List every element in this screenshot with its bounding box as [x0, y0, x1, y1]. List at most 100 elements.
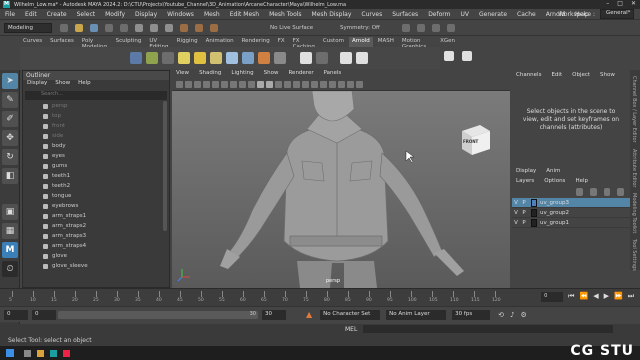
maximize-icon[interactable]: □ [617, 0, 623, 7]
shelf-tab-motion-graphics[interactable]: Motion Graphics [399, 37, 435, 50]
new-layer-selected-icon[interactable] [617, 188, 624, 196]
save-scene-icon[interactable] [90, 23, 98, 32]
grid-icon[interactable] [203, 81, 210, 88]
render-settings-icon[interactable] [432, 23, 440, 32]
layer-menu-options[interactable]: Options [544, 178, 565, 184]
move-layer-up-icon[interactable] [576, 188, 583, 196]
antialiasing-icon[interactable] [320, 81, 327, 88]
move-layer-down-icon[interactable] [589, 188, 597, 196]
layer-menu-help[interactable]: Help [575, 178, 588, 184]
volume-icon[interactable] [274, 52, 286, 64]
range-slider-bar[interactable]: 30 [58, 310, 258, 319]
outliner-item[interactable]: glove_sleeve [43, 261, 169, 271]
render-icon[interactable] [402, 23, 410, 32]
skydome-light-icon[interactable] [178, 52, 190, 64]
side-tab-2[interactable]: Modeling Toolkit [631, 193, 637, 233]
viewport-3d-view[interactable]: FRONT persp [172, 91, 510, 288]
textured-icon[interactable] [284, 81, 291, 88]
scale-tool-icon[interactable]: ◧ [2, 168, 18, 184]
menu-mesh[interactable]: Mesh [199, 11, 225, 18]
shelf-tab-rigging[interactable]: Rigging [174, 37, 201, 47]
taskbar-explorer-icon[interactable] [37, 349, 44, 357]
viewport-menu-panels[interactable]: Panels [324, 70, 342, 79]
side-tab-3[interactable]: Tool Settings [631, 239, 637, 271]
menu-generate[interactable]: Generate [474, 11, 512, 18]
shadows-icon[interactable] [302, 81, 309, 88]
menu-windows[interactable]: Windows [162, 11, 199, 18]
sound-icon[interactable]: ♪ [510, 311, 514, 319]
arnold-render-icon[interactable] [130, 52, 142, 64]
select-tool-icon[interactable]: ➤ [2, 73, 18, 89]
outliner-item[interactable]: teeth2 [43, 181, 169, 191]
outliner-menu-help[interactable]: Help [78, 80, 91, 90]
menu-display[interactable]: Display [130, 11, 162, 18]
go-to-start-icon[interactable]: ⏮ [568, 292, 574, 302]
photometric-light-icon[interactable] [210, 52, 222, 64]
rotate-tool-icon[interactable]: ↻ [2, 149, 18, 165]
new-scene-icon[interactable] [60, 23, 68, 32]
outliner-item[interactable]: front [43, 121, 169, 131]
menu-curves[interactable]: Curves [356, 11, 387, 18]
workspace-dropdown[interactable]: General* [600, 9, 634, 19]
outliner-item[interactable]: body [43, 141, 169, 151]
shelf-tab-custom[interactable]: Custom [320, 37, 347, 47]
channel-box-menu-show[interactable]: Show [600, 72, 615, 78]
gate-mask-icon[interactable] [230, 81, 237, 88]
menu-modify[interactable]: Modify [100, 11, 130, 18]
shelf-tab-rendering[interactable]: Rendering [239, 37, 273, 47]
maya-home-icon[interactable]: M [2, 242, 18, 258]
command-language-label[interactable]: MEL [345, 326, 357, 333]
shelf-tab-fx[interactable]: FX [275, 37, 288, 47]
layer-visibility-toggle[interactable]: V [512, 200, 520, 206]
safe-action-icon[interactable] [248, 81, 255, 88]
standin-icon[interactable] [258, 52, 270, 64]
command-input[interactable] [363, 325, 614, 333]
menu-select[interactable]: Select [72, 11, 101, 18]
layer-row[interactable]: V Puv_group3 [512, 198, 630, 208]
resolution-gate-icon[interactable] [221, 81, 228, 88]
mesh-light-icon[interactable] [194, 52, 206, 64]
film-gate-icon[interactable] [212, 81, 219, 88]
layer-playback-toggle[interactable]: P [520, 210, 528, 216]
ipr-render-icon[interactable] [417, 23, 425, 32]
physical-sky-icon[interactable] [242, 52, 254, 64]
area-light-icon[interactable] [162, 52, 174, 64]
paint-select-tool-icon[interactable]: ✐ [2, 111, 18, 127]
layer-color-swatch[interactable] [531, 198, 537, 207]
outliner-scrollbar[interactable] [163, 101, 167, 231]
outliner-item[interactable]: eyes [43, 151, 169, 161]
fps-dropdown[interactable]: 30 fps [452, 309, 491, 320]
lasso-tool-icon[interactable]: ✎ [2, 92, 18, 108]
minimize-icon[interactable]: – [606, 0, 609, 7]
outliner-item[interactable]: tongue [43, 191, 169, 201]
menu-uv[interactable]: UV [456, 11, 475, 18]
layer-visibility-toggle[interactable]: V [512, 220, 520, 226]
license-icon[interactable] [316, 52, 328, 64]
outliner-menu-show[interactable]: Show [55, 80, 70, 90]
outliner-item[interactable]: persp [43, 101, 169, 111]
current-frame-field[interactable]: 0 [541, 292, 564, 302]
shelf-tab-sculpting[interactable]: Sculpting [113, 37, 145, 47]
layer-tab-display[interactable]: Display [516, 168, 536, 174]
outliner-item[interactable]: glove [43, 251, 169, 261]
menu-mesh-display[interactable]: Mesh Display [307, 11, 357, 18]
layer-playback-toggle[interactable]: P [520, 220, 528, 226]
bookmark-icon[interactable] [185, 81, 192, 88]
shelf-tab-poly-modeling[interactable]: Poly Modeling [79, 37, 111, 50]
time-icon[interactable]: ⏲ [2, 261, 18, 277]
xray-icon[interactable] [347, 81, 354, 88]
outliner-item[interactable]: arm_straps2 [43, 221, 169, 231]
taskbar-maya-icon[interactable] [50, 349, 57, 357]
camera-attributes-icon[interactable] [176, 81, 183, 88]
end-time-field[interactable]: 30 [262, 309, 286, 320]
redo-icon[interactable] [120, 23, 128, 32]
outliner-item[interactable]: teeth1 [43, 171, 169, 181]
select-object-icon[interactable] [150, 23, 158, 32]
shelf-tab-arnold[interactable]: Arnold [348, 37, 373, 47]
outliner-search-input[interactable]: Search... [25, 91, 167, 100]
layer-color-swatch[interactable] [531, 218, 537, 227]
select-hierarchy-icon[interactable] [135, 23, 143, 32]
ass-import-icon[interactable] [356, 52, 368, 64]
outliner-menu-display[interactable]: Display [27, 80, 47, 90]
side-tab-1[interactable]: Attribute Editor [631, 149, 637, 187]
